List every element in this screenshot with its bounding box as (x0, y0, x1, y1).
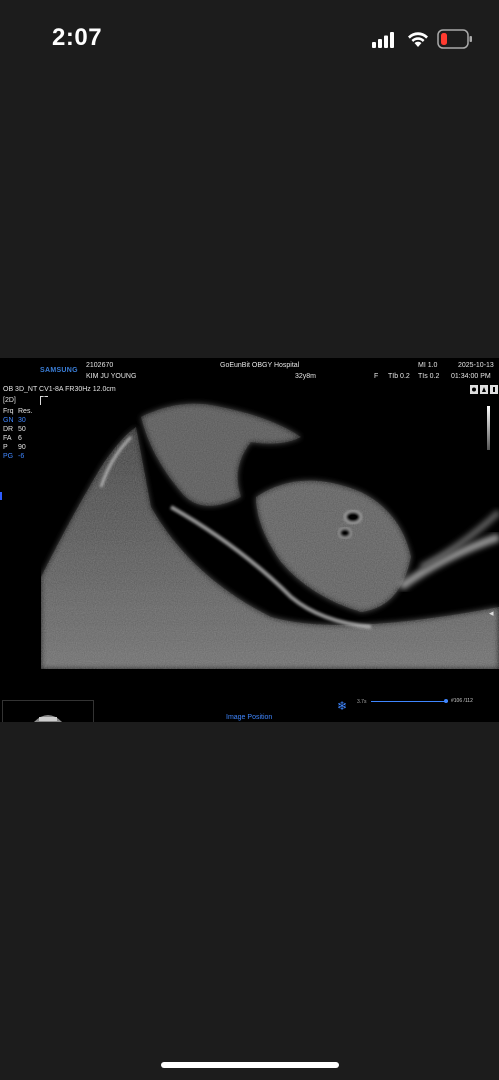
image-position-label[interactable]: Image Position (226, 714, 272, 721)
frq-value: Res. (18, 408, 33, 415)
frq-label: Frq (3, 408, 14, 415)
home-indicator[interactable] (161, 1062, 339, 1068)
brand-logo: SAMSUNG (40, 367, 78, 374)
pg-label: PG (3, 453, 14, 460)
mi-value: MI 1.0 (418, 362, 438, 369)
patient-sex: F (374, 373, 379, 380)
tib-value: TIb 0.2 (388, 373, 410, 380)
cine-slider-track[interactable] (371, 701, 448, 702)
patient-age: 32y8m (295, 373, 317, 380)
mode-label: [2D] (3, 397, 16, 404)
preset-info: OB 3D_NT CV1-8A FR30Hz 12.0cm (3, 386, 116, 393)
dr-value: 50 (18, 426, 26, 433)
depth-scale (487, 406, 490, 450)
tis-value: TIs 0.2 (418, 373, 440, 380)
status-time: 2:07 (52, 24, 103, 51)
focus-marker (0, 492, 2, 500)
patient-id: 2102670 (86, 362, 114, 369)
signal-icon (372, 32, 394, 48)
patient-name: KIM JU YOUNG (86, 373, 137, 380)
status-bar: 2:07 (0, 0, 499, 80)
probe-icons (470, 385, 498, 394)
fa-value: 6 (18, 435, 22, 442)
gn-value: 30 (18, 417, 26, 424)
wifi-icon (408, 32, 428, 47)
dr-label: DR (3, 426, 14, 433)
exam-time: 01:34:00 PM (451, 373, 491, 380)
cine-slider-handle[interactable] (444, 699, 448, 703)
ultrasound-panel: SAMSUNG 2102670 KIM JU YOUNG GoEunBit OB… (0, 358, 499, 722)
probe-thumbnail-icon (34, 715, 62, 722)
fa-label: FA (3, 435, 12, 442)
battery-icon (437, 29, 472, 49)
probe-thumbnail[interactable] (2, 700, 94, 722)
gn-label: GN (3, 417, 14, 424)
focus-arrow-icon: ◂ (489, 608, 494, 618)
cine-frame-counter: #106 /112 (451, 698, 473, 704)
p-label: P (3, 444, 8, 451)
cine-duration: 3.7s (357, 699, 367, 705)
p-value: 90 (18, 444, 26, 451)
snowflake-icon[interactable]: ❄ (337, 699, 347, 713)
ultrasound-image (41, 397, 499, 669)
hospital-name: GoEunBit OBGY Hospital (220, 362, 300, 369)
pg-value: -6 (18, 453, 25, 460)
exam-date: 2025-10-13 (458, 362, 494, 369)
